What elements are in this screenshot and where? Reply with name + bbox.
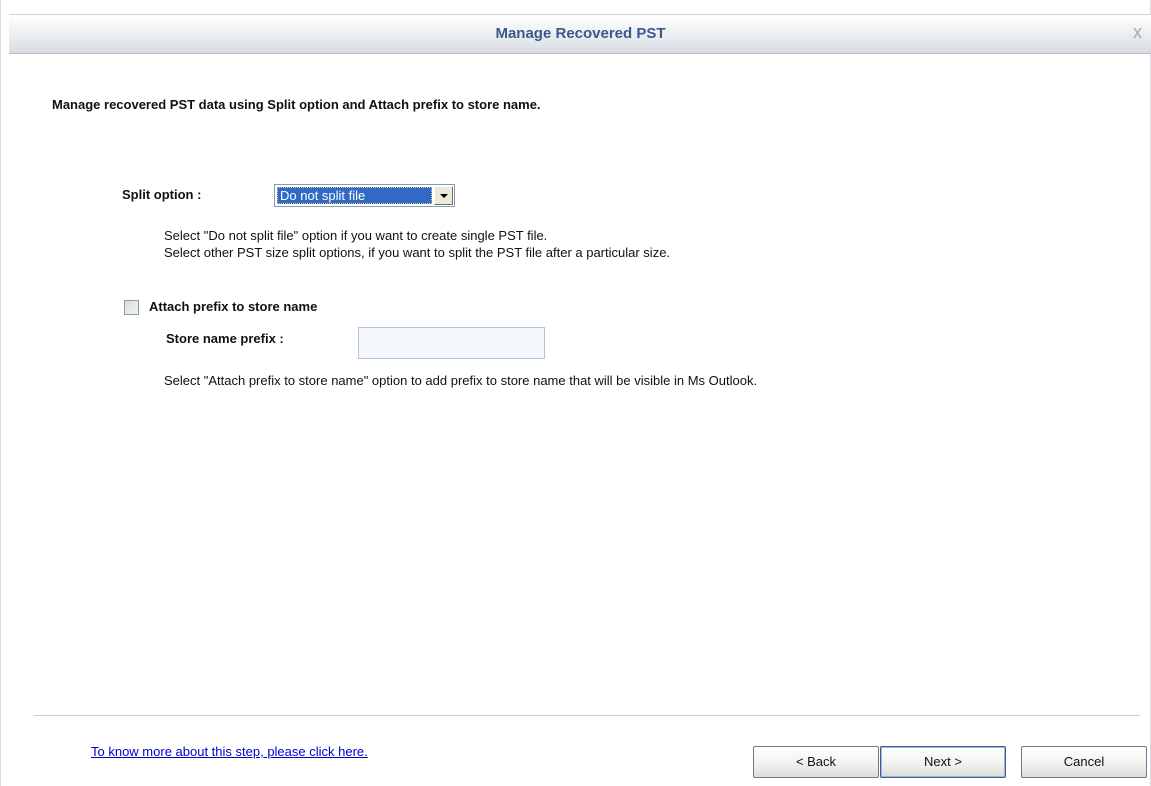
footer-divider — [34, 715, 1140, 717]
split-option-label: Split option : — [122, 187, 202, 202]
title-bar: Manage Recovered PST x — [9, 14, 1151, 54]
next-button[interactable]: Next > — [880, 746, 1006, 778]
attach-prefix-label[interactable]: Attach prefix to store name — [149, 299, 317, 314]
page-heading: Manage recovered PST data using Split op… — [52, 97, 541, 112]
prefix-help-text: Select "Attach prefix to store name" opt… — [164, 373, 758, 388]
window-title: Manage Recovered PST — [495, 25, 666, 42]
help-link[interactable]: To know more about this step, please cli… — [91, 744, 368, 759]
dropdown-button[interactable] — [434, 186, 453, 205]
split-option-selected-value: Do not split file — [277, 187, 432, 204]
manage-recovered-pst-dialog: Manage Recovered PST x Manage recovered … — [0, 0, 1151, 786]
attach-prefix-checkbox[interactable] — [124, 300, 139, 315]
back-button[interactable]: < Back — [753, 746, 879, 778]
chevron-down-icon — [440, 194, 448, 198]
cancel-button[interactable]: Cancel — [1021, 746, 1147, 778]
split-option-select[interactable]: Do not split file — [274, 184, 455, 207]
close-icon[interactable]: x — [1133, 22, 1142, 42]
store-name-prefix-input[interactable] — [358, 327, 545, 359]
store-name-prefix-label: Store name prefix : — [166, 331, 284, 346]
split-help-line-1: Select "Do not split file" option if you… — [164, 228, 548, 243]
split-help-line-2: Select other PST size split options, if … — [164, 245, 671, 260]
